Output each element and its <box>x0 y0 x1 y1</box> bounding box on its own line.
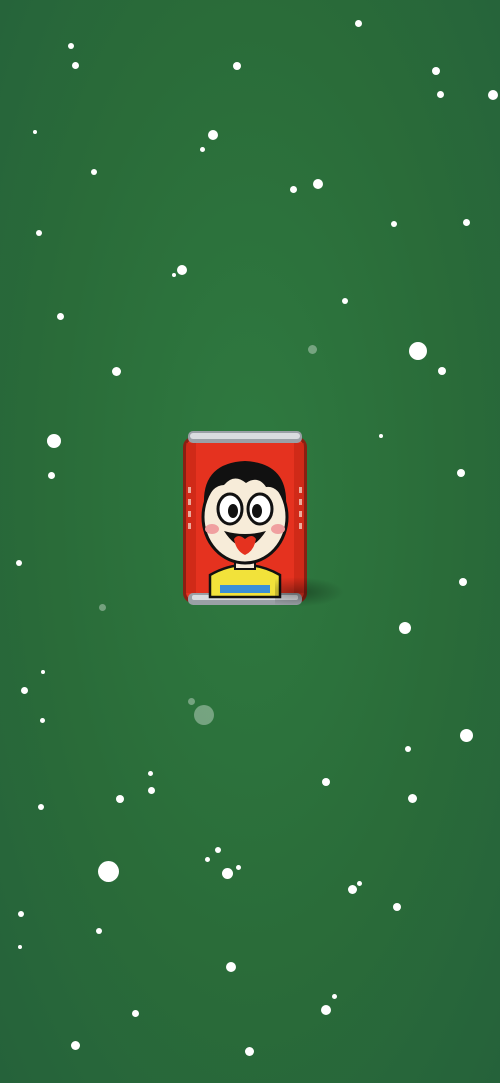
snowflake <box>38 804 44 810</box>
snowflake <box>460 729 473 742</box>
snowflake <box>57 313 64 320</box>
snowflake <box>72 62 79 69</box>
snowflake <box>18 945 22 949</box>
snowflake <box>40 718 45 723</box>
snowflake <box>393 903 401 911</box>
snowflake <box>355 20 362 27</box>
snowflake <box>205 857 210 862</box>
right-pupil <box>252 504 262 518</box>
can-top-highlight <box>190 433 300 439</box>
snowflake <box>313 179 323 189</box>
snowflake <box>194 705 214 725</box>
snowflake <box>342 298 348 304</box>
snowflake <box>322 778 330 786</box>
snowflake <box>245 1047 254 1056</box>
snowflake <box>233 62 241 70</box>
snowflake <box>290 186 297 193</box>
drink-can <box>180 427 345 611</box>
snowflake <box>91 169 97 175</box>
snowflake <box>188 698 195 705</box>
snowflake <box>21 687 28 694</box>
snowflake <box>222 868 233 879</box>
snowflake <box>379 434 383 438</box>
snowflake <box>148 771 153 776</box>
right-cheek <box>271 524 285 534</box>
snowflake <box>48 472 55 479</box>
can-right-shade <box>294 443 304 593</box>
can-shadow <box>275 577 345 607</box>
snowflake <box>215 847 221 853</box>
snowflake <box>408 794 417 803</box>
snowflake <box>348 885 357 894</box>
snowflake <box>36 230 42 236</box>
snowflake <box>41 670 45 674</box>
snowflake <box>457 469 465 477</box>
snowflake <box>332 994 337 999</box>
snowflake <box>96 928 102 934</box>
snowflake <box>148 787 155 794</box>
snowflake <box>357 881 362 886</box>
snowflake <box>172 273 176 277</box>
left-cheek <box>205 524 219 534</box>
snowflake <box>16 560 22 566</box>
snowflake <box>177 265 187 275</box>
left-pupil <box>228 504 238 518</box>
snowflake <box>68 43 74 49</box>
shirt-stripe <box>220 585 270 593</box>
snowflake <box>200 147 205 152</box>
wallpaper <box>0 0 500 1083</box>
snowflake <box>488 90 498 100</box>
snowflake <box>437 91 444 98</box>
snowflake <box>33 130 37 134</box>
snowflake <box>132 1010 139 1017</box>
snowflake <box>308 345 317 354</box>
snowflake <box>226 962 236 972</box>
snowflake <box>391 221 397 227</box>
snowflake <box>18 911 24 917</box>
snowflake <box>463 219 470 226</box>
snowflake <box>116 795 124 803</box>
snowflake <box>99 604 106 611</box>
snowflake <box>47 434 61 448</box>
snowflake <box>459 578 467 586</box>
snowflake <box>236 865 241 870</box>
snowflake <box>98 861 119 882</box>
snowflake <box>432 67 440 75</box>
snowflake <box>409 342 427 360</box>
snowflake <box>321 1005 331 1015</box>
snowflake <box>112 367 121 376</box>
snowflake <box>405 746 411 752</box>
snowflake <box>438 367 446 375</box>
snowflake <box>208 130 218 140</box>
snowflake <box>71 1041 80 1050</box>
snowflake <box>399 622 411 634</box>
can-left-shade <box>186 443 196 593</box>
